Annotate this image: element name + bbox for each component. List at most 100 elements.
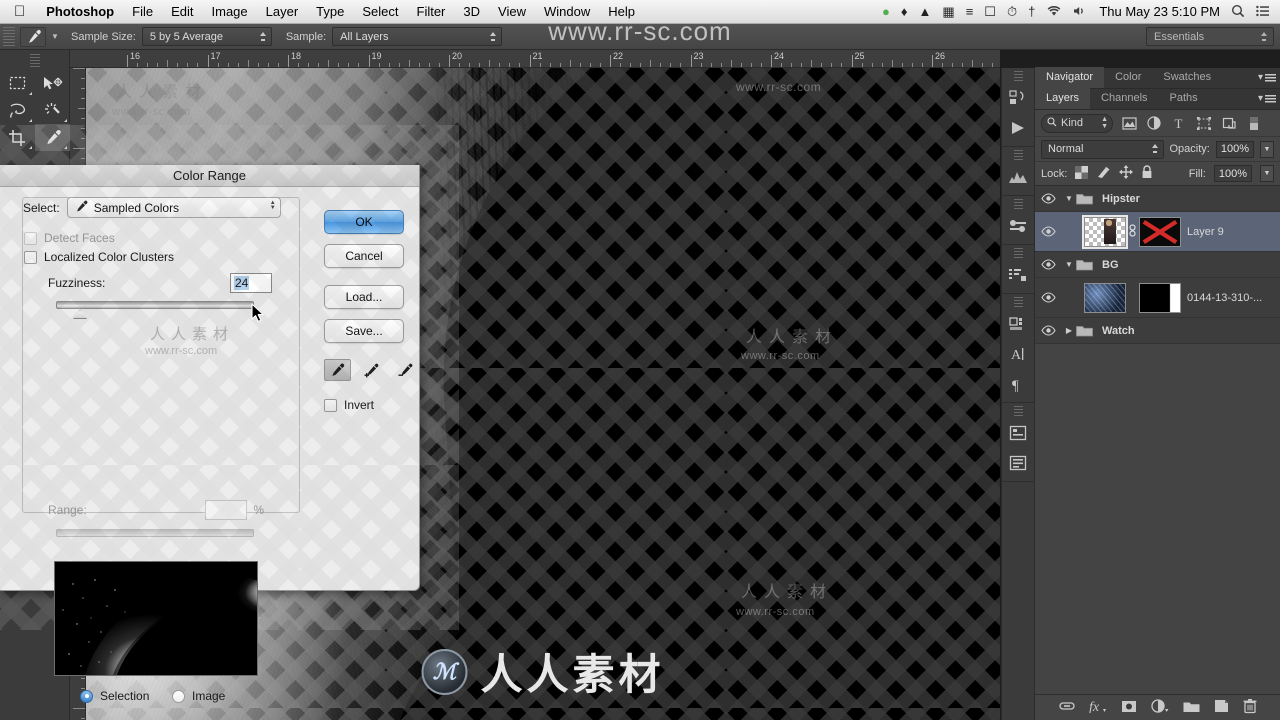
- lasso-tool[interactable]: [0, 97, 35, 124]
- link-layers-icon[interactable]: [1059, 700, 1075, 715]
- layer-filter-kind-select[interactable]: Kind ▲ ▼: [1041, 113, 1113, 133]
- menu-item-window[interactable]: Window: [535, 0, 599, 24]
- paragraph-icon[interactable]: ¶: [1002, 369, 1034, 399]
- time-machine-icon[interactable]: ⏱: [1007, 5, 1017, 18]
- panel-menu-icon[interactable]: ▾: [1258, 93, 1276, 104]
- select-dropdown[interactable]: Sampled Colors ▲ ▼: [66, 197, 281, 218]
- options-bar-grip[interactable]: [3, 26, 15, 47]
- layer-visibility-icon[interactable]: [1035, 193, 1062, 204]
- tool-preset-chevron-icon[interactable]: ▼: [48, 32, 62, 41]
- tab-layers[interactable]: Layers: [1035, 88, 1091, 109]
- tab-paths[interactable]: Paths: [1159, 88, 1209, 109]
- group-disclosure-icon[interactable]: ▶: [1062, 326, 1076, 335]
- sample-size-select[interactable]: 5 by 5 Average: [141, 27, 272, 46]
- text-expander-icon[interactable]: ≡: [966, 5, 974, 18]
- lock-position-icon[interactable]: [1119, 165, 1134, 182]
- eyedropper-tool[interactable]: [35, 124, 70, 151]
- history-icon[interactable]: [1002, 83, 1034, 113]
- panel-menu-icon[interactable]: ▾: [1258, 72, 1276, 83]
- invert-row[interactable]: Invert: [324, 398, 374, 412]
- histogram-icon[interactable]: [1002, 162, 1034, 192]
- add-layer-style-icon[interactable]: fx: [1089, 699, 1107, 716]
- image-radio[interactable]: [172, 689, 185, 703]
- adjustments-icon[interactable]: [1002, 211, 1034, 241]
- fill-stepper-button[interactable]: ▼: [1260, 165, 1274, 182]
- eyedropper-subtract-icon[interactable]: [392, 359, 419, 381]
- dock-grip[interactable]: [1013, 297, 1023, 307]
- smart-object-filter-icon[interactable]: [1220, 117, 1238, 130]
- apple-logo-icon[interactable]: : [0, 4, 37, 19]
- character-styles-icon[interactable]: [1002, 418, 1034, 448]
- google-drive-icon[interactable]: ▲: [919, 5, 932, 18]
- move-tool[interactable]: [35, 70, 70, 97]
- delete-layer-icon[interactable]: [1243, 698, 1257, 717]
- horizontal-ruler[interactable]: 16 17 18 19 20 21 22 23 24 25 26: [70, 50, 1000, 68]
- menu-item-edit[interactable]: Edit: [162, 0, 202, 24]
- toolbox-grip[interactable]: [29, 54, 40, 68]
- new-adjustment-layer-icon[interactable]: [1151, 699, 1169, 716]
- dropbox-icon[interactable]: ●: [882, 5, 890, 18]
- table-row[interactable]: Layer 9: [1035, 212, 1280, 252]
- lock-all-icon[interactable]: [1141, 165, 1153, 182]
- layer-mask-thumbnail[interactable]: [1139, 282, 1181, 313]
- dock-grip[interactable]: [1013, 71, 1023, 81]
- menu-item-help[interactable]: Help: [599, 0, 644, 24]
- table-row[interactable]: ▼ BG: [1035, 252, 1280, 278]
- layer-visibility-icon[interactable]: [1035, 259, 1062, 270]
- dock-grip[interactable]: [1013, 199, 1023, 209]
- menu-item-image[interactable]: Image: [203, 0, 257, 24]
- rectangular-marquee-tool[interactable]: [0, 70, 35, 97]
- magic-wand-tool[interactable]: [35, 97, 70, 124]
- dock-grip[interactable]: [1013, 150, 1023, 160]
- new-group-icon[interactable]: [1183, 700, 1200, 716]
- layer-visibility-icon[interactable]: [1035, 325, 1062, 336]
- layer-mask-link-icon[interactable]: [1126, 223, 1139, 240]
- menu-item-photoshop[interactable]: Photoshop: [37, 0, 123, 24]
- pixel-layers-filter-icon[interactable]: [1120, 116, 1138, 130]
- layer-thumbnail[interactable]: [1084, 282, 1126, 313]
- type-layers-filter-icon[interactable]: T: [1170, 117, 1188, 130]
- dock-grip[interactable]: [1013, 406, 1023, 416]
- fuzziness-slider[interactable]: [56, 301, 254, 319]
- dock-grip[interactable]: [1013, 248, 1023, 258]
- preview-mode-selection-row[interactable]: Selection: [80, 689, 149, 703]
- divvy-icon[interactable]: ▦: [942, 5, 954, 18]
- eyedropper-add-icon[interactable]: [358, 359, 385, 381]
- timeline-icon[interactable]: [1002, 113, 1034, 143]
- paragraph-styles-icon[interactable]: [1002, 448, 1034, 478]
- invert-checkbox[interactable]: [324, 398, 337, 412]
- fuzziness-input[interactable]: 24: [230, 273, 272, 293]
- color-range-preview[interactable]: [54, 561, 258, 676]
- workspace-select[interactable]: Essentials: [1146, 27, 1274, 46]
- add-layer-mask-icon[interactable]: [1121, 700, 1137, 716]
- lock-image-icon[interactable]: [1096, 166, 1111, 182]
- eyedropper-tool-icon[interactable]: [20, 26, 46, 47]
- airplay-icon[interactable]: ☐: [984, 5, 996, 18]
- layer-thumbnail[interactable]: [1082, 214, 1128, 249]
- cancel-button[interactable]: Cancel: [324, 244, 404, 268]
- crop-tool[interactable]: [0, 124, 35, 151]
- wifi-icon[interactable]: [1046, 5, 1062, 19]
- eyedropper-sample-icon[interactable]: [324, 359, 351, 381]
- menu-item-select[interactable]: Select: [353, 0, 407, 24]
- properties-icon[interactable]: [1002, 309, 1034, 339]
- group-disclosure-icon[interactable]: ▼: [1062, 194, 1076, 203]
- opacity-value[interactable]: 100%: [1215, 140, 1254, 158]
- menu-item-file[interactable]: File: [123, 0, 162, 24]
- localized-color-clusters-row[interactable]: Localized Color Clusters: [24, 250, 174, 264]
- table-row[interactable]: ▼ Hipster: [1035, 186, 1280, 212]
- menu-item-view[interactable]: View: [489, 0, 535, 24]
- styles-icon[interactable]: [1002, 260, 1034, 290]
- tab-color[interactable]: Color: [1104, 67, 1152, 88]
- tab-channels[interactable]: Channels: [1090, 88, 1158, 109]
- menu-item-3d[interactable]: 3D: [454, 0, 489, 24]
- localized-color-clusters-checkbox[interactable]: [24, 250, 37, 264]
- lock-transparency-icon[interactable]: [1075, 165, 1089, 182]
- blend-mode-select[interactable]: Normal: [1041, 139, 1164, 159]
- table-row[interactable]: 0144-13-310-...: [1035, 278, 1280, 318]
- menu-item-filter[interactable]: Filter: [408, 0, 455, 24]
- evernote-icon[interactable]: ♦: [901, 5, 908, 18]
- menu-item-type[interactable]: Type: [307, 0, 353, 24]
- layer-mask-thumbnail[interactable]: [1139, 216, 1181, 247]
- group-disclosure-icon[interactable]: ▼: [1062, 260, 1076, 269]
